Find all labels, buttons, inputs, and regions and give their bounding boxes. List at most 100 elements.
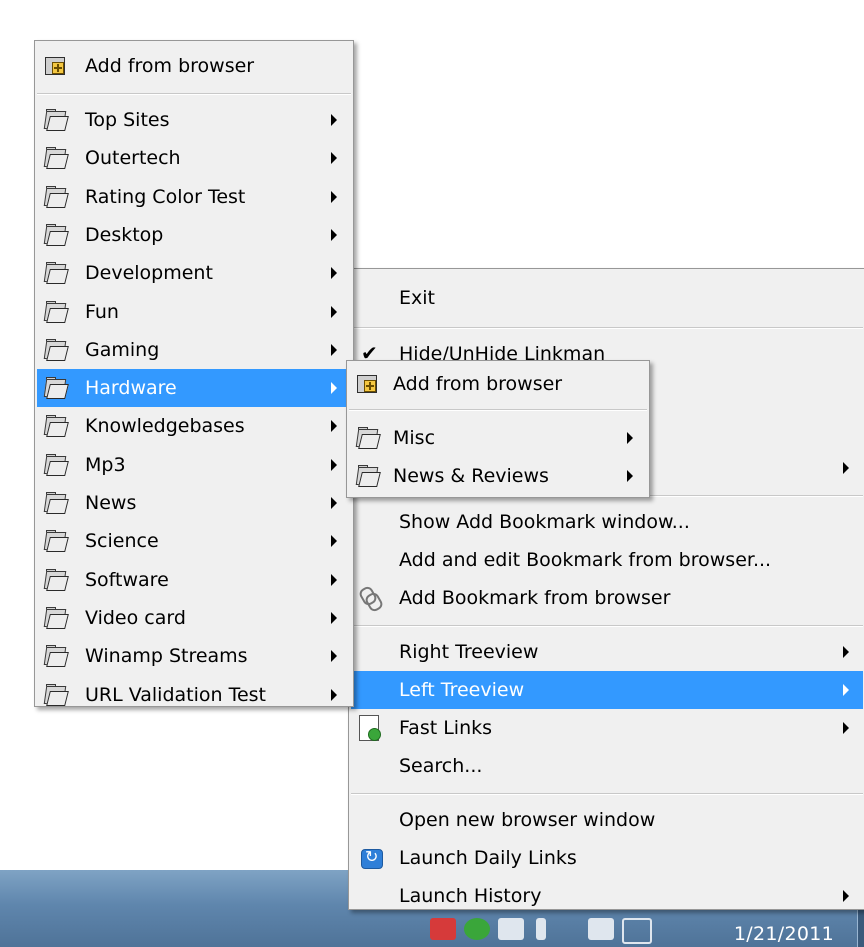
menu-item-add-from-browser[interactable]: Add from browser bbox=[37, 47, 351, 85]
menu-item-add-from-browser[interactable]: Add from browser bbox=[349, 365, 647, 403]
folder-item[interactable]: Winamp Streams bbox=[37, 637, 351, 675]
folder-item[interactable]: Misc bbox=[349, 419, 647, 457]
menu-item-label: Add and edit Bookmark from browser... bbox=[399, 549, 772, 571]
menu-item-add-bookmark[interactable]: Add Bookmark from browser bbox=[351, 579, 863, 617]
menu-item-label: Add from browser bbox=[85, 55, 255, 77]
folder-label: Hardware bbox=[85, 377, 177, 400]
tray-shield-icon[interactable] bbox=[430, 918, 456, 940]
folder-icon bbox=[43, 262, 69, 285]
submenu-arrow-icon bbox=[843, 462, 849, 474]
folder-icon bbox=[43, 606, 69, 629]
folder-icon bbox=[355, 427, 381, 449]
submenu-arrow-icon bbox=[627, 432, 633, 444]
folder-label: URL Validation Test bbox=[85, 683, 267, 706]
submenu-arrow-icon bbox=[843, 890, 849, 902]
folder-icon bbox=[43, 683, 69, 706]
folder-item[interactable]: Video card bbox=[37, 599, 351, 637]
menu-item-add-and-edit[interactable]: Add and edit Bookmark from browser... bbox=[351, 541, 863, 579]
folder-label: Rating Color Test bbox=[85, 185, 246, 208]
menu-item-label: Add from browser bbox=[393, 373, 563, 395]
menu-item-right-treeview[interactable]: Right Treeview bbox=[351, 633, 863, 671]
folder-icon bbox=[355, 465, 381, 487]
folder-icon bbox=[43, 147, 69, 170]
menu-separator bbox=[351, 793, 863, 795]
folder-item[interactable]: Development bbox=[37, 254, 351, 292]
folder-label: Fun bbox=[85, 300, 119, 323]
folder-item[interactable]: News bbox=[37, 484, 351, 522]
menu-separator bbox=[349, 409, 647, 411]
folder-item[interactable]: Gaming bbox=[37, 331, 351, 369]
menu-item-label: Search... bbox=[399, 755, 483, 777]
folder-item[interactable]: Software bbox=[37, 561, 351, 599]
tray-speaker-icon[interactable] bbox=[622, 918, 652, 944]
folder-item[interactable]: Outertech bbox=[37, 139, 351, 177]
menu-item-left-treeview[interactable]: Left Treeview bbox=[351, 671, 863, 709]
submenu-arrow-icon bbox=[627, 470, 633, 482]
tray-network-icon[interactable] bbox=[588, 918, 614, 940]
folder-label: Gaming bbox=[85, 338, 160, 361]
folder-icon bbox=[43, 492, 69, 514]
tray-flag-icon[interactable] bbox=[536, 918, 546, 940]
menu-item-label: Add Bookmark from browser bbox=[399, 587, 671, 609]
menu-item-fast-links[interactable]: Fast Links bbox=[351, 709, 863, 747]
menu-separator bbox=[351, 327, 863, 329]
folder-label: Knowledgebases bbox=[85, 415, 245, 438]
fast-links-icon bbox=[359, 715, 381, 741]
folder-item[interactable]: URL Validation Test bbox=[37, 676, 351, 714]
folder-label: Winamp Streams bbox=[85, 645, 248, 668]
folder-icon bbox=[43, 338, 69, 361]
submenu-arrow-icon bbox=[331, 114, 337, 126]
folder-item[interactable]: Rating Color Test bbox=[37, 178, 351, 216]
folder-icon bbox=[43, 300, 69, 323]
folder-icon bbox=[43, 453, 69, 476]
submenu-arrow-icon bbox=[331, 343, 337, 356]
submenu-arrow-icon bbox=[331, 152, 337, 165]
menu-item-label: Left Treeview bbox=[399, 679, 525, 701]
menu-item-launch-daily[interactable]: Launch Daily Links bbox=[351, 839, 863, 877]
folder-icon bbox=[43, 109, 69, 131]
folder-item[interactable]: Fun bbox=[37, 293, 351, 331]
folder-label: Mp3 bbox=[85, 453, 126, 476]
menu-item-label: Fast Links bbox=[399, 717, 493, 739]
folder-item[interactable]: Mp3 bbox=[37, 446, 351, 484]
submenu-arrow-icon bbox=[843, 684, 849, 696]
add-folder-icon bbox=[355, 373, 379, 395]
menu-item-label: Launch Daily Links bbox=[399, 847, 577, 869]
menu-item-label: Launch History bbox=[399, 885, 542, 907]
folder-item[interactable]: Top Sites bbox=[37, 101, 351, 139]
submenu-arrow-icon bbox=[331, 382, 337, 395]
folder-label: Outertech bbox=[85, 147, 181, 170]
folder-item[interactable]: Science bbox=[37, 522, 351, 560]
menu-separator bbox=[351, 625, 863, 627]
menu-item-label: Open new browser window bbox=[399, 809, 656, 831]
submenu-arrow-icon bbox=[331, 535, 337, 548]
menu-item-label: Right Treeview bbox=[399, 641, 539, 663]
submenu-arrow-icon bbox=[331, 573, 337, 586]
tray-check-icon[interactable] bbox=[464, 918, 490, 940]
submenu-arrow-icon bbox=[331, 688, 337, 701]
folder-icon bbox=[43, 530, 69, 553]
folder-icon bbox=[43, 415, 69, 438]
menu-item-label: Show Add Bookmark window... bbox=[399, 511, 690, 533]
chain-link-icon bbox=[357, 584, 385, 614]
add-folder-icon bbox=[43, 55, 67, 77]
folder-icon bbox=[43, 185, 69, 208]
menu-item-search[interactable]: Search... bbox=[351, 747, 863, 785]
menu-item-open-new-browser[interactable]: Open new browser window bbox=[351, 801, 863, 839]
menu-item-launch-history[interactable]: Launch History bbox=[351, 877, 863, 915]
submenu-arrow-icon bbox=[331, 267, 337, 280]
menu-item-show-add-bookmark[interactable]: Show Add Bookmark window... bbox=[351, 503, 863, 541]
submenu-arrow-icon bbox=[331, 305, 337, 318]
launch-daily-icon bbox=[361, 847, 383, 869]
tray-monitor-icon[interactable] bbox=[498, 918, 524, 940]
folder-item[interactable]: Hardware bbox=[37, 369, 351, 408]
menu-item-exit[interactable]: Exit bbox=[351, 279, 863, 317]
hardware-submenu: Add from browser Misc News & Reviews bbox=[346, 360, 650, 498]
folder-item[interactable]: News & Reviews bbox=[349, 457, 647, 495]
submenu-arrow-icon bbox=[331, 458, 337, 471]
submenu-arrow-icon bbox=[331, 420, 337, 433]
folder-item[interactable]: Knowledgebases bbox=[37, 407, 351, 445]
folder-item[interactable]: Desktop bbox=[37, 216, 351, 254]
taskbar-clock[interactable]: 1/21/2011 bbox=[734, 923, 834, 945]
folder-icon bbox=[43, 223, 69, 246]
